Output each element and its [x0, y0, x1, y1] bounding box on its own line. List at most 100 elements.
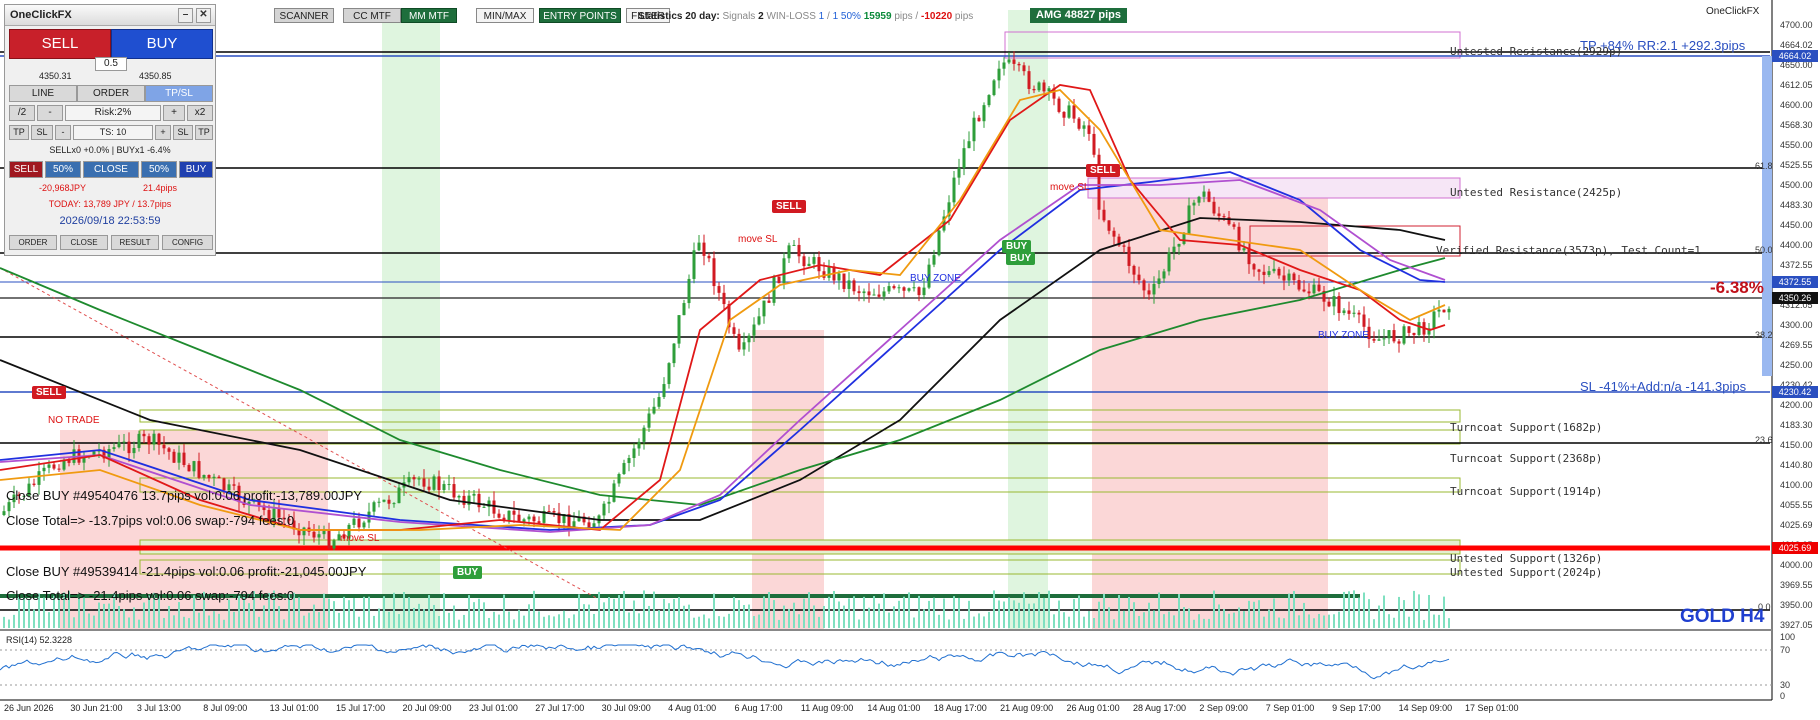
risk-field[interactable]: Risk:2%	[65, 105, 161, 121]
minimize-icon[interactable]: –	[178, 8, 193, 23]
sell-signal-badge[interactable]: SELL	[1086, 164, 1120, 177]
close-buy-half-button[interactable]: 50%	[141, 161, 177, 178]
risk-minus-button[interactable]: -	[37, 105, 63, 121]
price-tick: 3927.05	[1780, 620, 1813, 630]
volume-bar	[233, 611, 235, 628]
candle-body	[642, 427, 646, 442]
date-tick: 15 Jul 17:00	[336, 703, 386, 713]
volume-bar	[1333, 614, 1335, 628]
candle-body	[1087, 125, 1091, 134]
volume-bar	[98, 602, 100, 628]
volume-bar	[1068, 616, 1070, 628]
cc-mtf-button[interactable]: CC MTF	[343, 8, 401, 23]
volume-bar	[1308, 614, 1310, 628]
turncoat-support-label: Turncoat Support(1682p)	[1450, 421, 1603, 434]
volume-bar	[933, 597, 935, 628]
stats-pips-loss: -10220	[921, 11, 953, 22]
candle-body	[1162, 271, 1166, 279]
candle-body	[907, 288, 911, 291]
volume-bar	[488, 617, 490, 628]
candle-body	[1122, 245, 1126, 247]
stats-signals-label: Signals	[722, 11, 756, 22]
volume-bar	[1138, 615, 1140, 628]
oneclick-panel[interactable]: OneClickFX – ✕ SELL BUY 0.5 4350.31 4350…	[4, 4, 216, 256]
sl-button[interactable]: SL	[31, 125, 53, 140]
date-tick: 6 Aug 17:00	[734, 703, 783, 713]
candle-body	[962, 148, 966, 168]
sl2-button[interactable]: SL	[173, 125, 193, 140]
rsi-tick: 30	[1780, 680, 1791, 690]
min-max-button[interactable]: MIN/MAX	[476, 8, 534, 23]
tab-order[interactable]: ORDER	[77, 85, 145, 102]
buy-button[interactable]: BUY	[111, 29, 213, 59]
candle-body	[632, 448, 636, 459]
volume-bar	[1063, 612, 1065, 628]
close-sell-half-button[interactable]: 50%	[45, 161, 81, 178]
sell-signal-badge[interactable]: SELL	[772, 200, 806, 213]
stats-signals: 2	[758, 11, 764, 22]
tp-button[interactable]: TP	[9, 125, 29, 140]
sell-signal-badge[interactable]: SELL	[32, 386, 66, 399]
volume-bar	[338, 612, 340, 628]
risk-plus-button[interactable]: +	[163, 105, 185, 121]
close-all-button[interactable]: CLOSE	[83, 161, 139, 178]
volume-bar	[988, 611, 990, 628]
volume-bar	[1133, 602, 1135, 628]
ts-minus-button[interactable]: -	[55, 125, 71, 140]
lot-input[interactable]: 0.5	[95, 57, 127, 71]
volume-bar	[1328, 614, 1330, 628]
tab-tpsl[interactable]: TP/SL	[145, 85, 213, 102]
candle-body	[757, 316, 761, 325]
volume-bar	[1373, 619, 1375, 628]
buy-signal-badge[interactable]: BUY	[453, 566, 483, 579]
volume-bar	[533, 590, 535, 628]
volume-bar	[223, 619, 225, 628]
volume-bar	[208, 615, 210, 628]
tab-line[interactable]: LINE	[9, 85, 77, 102]
ts-plus-button[interactable]: +	[155, 125, 171, 140]
resistance-zone	[1087, 177, 1461, 199]
candle-body	[1217, 213, 1221, 217]
close-icon[interactable]: ✕	[196, 8, 211, 23]
candle-body	[767, 300, 771, 303]
volume-bar	[758, 614, 760, 628]
stats-prefix: Statistics	[638, 11, 683, 22]
panel-titlebar[interactable]: OneClickFX – ✕	[5, 5, 215, 26]
double-button[interactable]: x2	[187, 105, 213, 121]
volume-bar	[593, 613, 595, 628]
buy-signal-badge[interactable]: BUY	[1006, 252, 1036, 265]
half-button[interactable]: /2	[9, 105, 35, 121]
close-buy-button[interactable]: BUY	[179, 161, 213, 178]
config-button[interactable]: CONFIG	[162, 235, 213, 250]
volume-bar	[908, 592, 910, 628]
volume-bar	[1198, 614, 1200, 628]
close-button[interactable]: CLOSE	[60, 235, 108, 250]
candle-body	[972, 117, 976, 142]
candle-body	[602, 503, 606, 516]
untested-support-label: Untested Support(2024p)	[1450, 566, 1603, 579]
order-button[interactable]: ORDER	[9, 235, 57, 250]
chart-canvas[interactable]	[0, 0, 1820, 720]
candle-body	[747, 335, 751, 343]
volume-bar	[838, 601, 840, 628]
volume-bar	[213, 611, 215, 628]
volume-bar	[183, 616, 185, 628]
candle-body	[362, 522, 366, 528]
volume-bar	[1153, 610, 1155, 628]
candle-body	[1417, 322, 1421, 336]
sell-button[interactable]: SELL	[9, 29, 111, 59]
candle-body	[1017, 63, 1021, 66]
tp2-button[interactable]: TP	[195, 125, 213, 140]
mm-mtf-button[interactable]: MM MTF	[401, 8, 457, 23]
result-button[interactable]: RESULT	[111, 235, 159, 250]
candle-body	[162, 444, 166, 449]
candle-body	[1442, 309, 1446, 313]
candle-body	[357, 518, 361, 528]
close-sell-button[interactable]: SELL	[9, 161, 43, 178]
price-tick: 4400.00	[1780, 240, 1813, 250]
scanner-button[interactable]: SCANNER	[274, 8, 334, 23]
volume-bar	[198, 612, 200, 628]
volume-bar	[438, 615, 440, 628]
trailing-stop-field[interactable]: TS: 10	[73, 125, 153, 140]
entry-points-button[interactable]: ENTRY POINTS	[539, 8, 621, 23]
